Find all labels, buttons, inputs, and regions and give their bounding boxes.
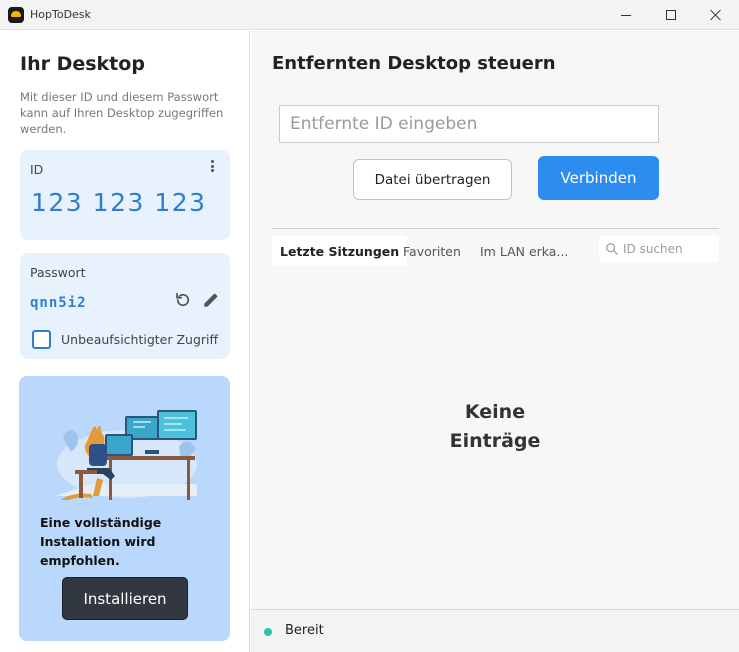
search-icon xyxy=(606,243,618,255)
status-bar: Bereit xyxy=(251,609,739,652)
divider xyxy=(272,228,719,229)
minimize-icon xyxy=(621,14,631,16)
edit-password-icon[interactable] xyxy=(202,291,220,309)
empty-line-1: Keine xyxy=(464,401,526,423)
password-card: Passwort qnn5i2 Unbeaufsichtigter Zugrif… xyxy=(20,253,230,359)
install-button[interactable]: Installieren xyxy=(62,577,188,620)
unattended-access-label: Unbeaufsichtigter Zugriff xyxy=(61,332,219,347)
close-button[interactable] xyxy=(693,0,739,30)
tab-recent-sessions[interactable]: Letzte Sitzungen xyxy=(272,236,408,266)
connect-button[interactable]: Verbinden xyxy=(538,156,659,200)
right-panel: Entfernten Desktop steuern Datei übertra… xyxy=(251,31,739,652)
refresh-password-icon[interactable] xyxy=(174,291,192,309)
install-card: Eine vollständige Installation wird empf… xyxy=(19,376,230,641)
password-label: Passwort xyxy=(30,265,86,280)
more-options-icon[interactable] xyxy=(206,158,218,174)
unattended-access-checkbox[interactable] xyxy=(32,330,51,349)
id-value: 123 123 123 xyxy=(31,188,207,217)
remote-id-input[interactable] xyxy=(279,105,659,143)
title-bar: HopToDesk xyxy=(0,0,739,30)
close-icon xyxy=(710,9,722,21)
tab-favorites[interactable]: Favoriten xyxy=(395,236,469,266)
maximize-button[interactable] xyxy=(648,0,694,30)
tab-lan-discovered[interactable]: Im LAN erka... xyxy=(472,236,576,266)
id-label: ID xyxy=(30,162,44,177)
id-card: ID 123 123 123 xyxy=(20,150,230,240)
status-text: Bereit xyxy=(285,623,324,638)
empty-list-message: Keine Einträge xyxy=(435,398,555,456)
install-illustration xyxy=(55,410,197,500)
id-search-input[interactable] xyxy=(623,239,715,259)
remote-control-title: Entfernten Desktop steuern xyxy=(272,53,556,74)
id-search-box[interactable] xyxy=(599,236,719,262)
maximize-icon xyxy=(666,10,676,20)
file-transfer-button[interactable]: Datei übertragen xyxy=(353,159,512,200)
your-desktop-description: Mit dieser ID und diesem Passwort kann a… xyxy=(20,90,224,136)
install-recommendation-text: Eine vollständige Installation wird empf… xyxy=(40,515,162,568)
status-indicator-icon xyxy=(264,628,272,636)
minimize-button[interactable] xyxy=(603,0,649,30)
empty-line-2: Einträge xyxy=(449,430,541,452)
password-value: qnn5i2 xyxy=(30,295,87,311)
left-panel: Ihr Desktop Mit dieser ID und diesem Pas… xyxy=(0,31,250,652)
window-title: HopToDesk xyxy=(30,8,91,21)
app-logo-icon xyxy=(8,7,24,23)
your-desktop-title: Ihr Desktop xyxy=(20,53,145,75)
